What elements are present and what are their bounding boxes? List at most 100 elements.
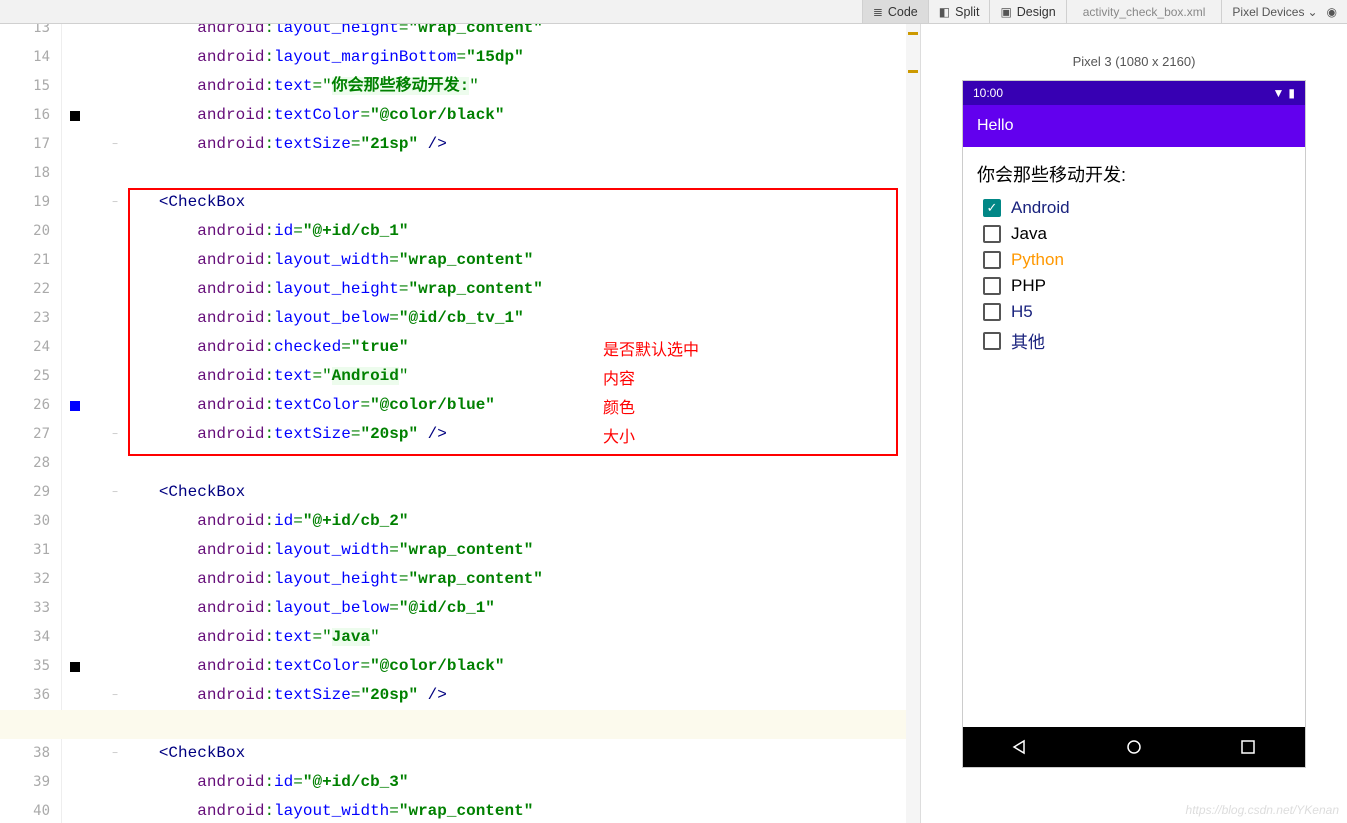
line-number: 23: [0, 304, 50, 333]
nav-home-icon[interactable]: [1126, 739, 1142, 755]
line-number: 19: [0, 188, 50, 217]
line-number: 28: [0, 449, 50, 478]
fold-icon[interactable]: −: [110, 749, 120, 759]
fold-icon[interactable]: −: [110, 488, 120, 498]
checkbox-row[interactable]: ✓ Android: [977, 195, 1291, 221]
line-number: 26: [0, 391, 50, 420]
checkbox-icon[interactable]: ✓: [983, 199, 1001, 217]
code-line[interactable]: android:layout_marginBottom="15dp": [130, 43, 920, 72]
line-number: 27: [0, 420, 50, 449]
line-number: 22: [0, 275, 50, 304]
line-number: 16: [0, 101, 50, 130]
checkbox-label: Java: [1011, 224, 1047, 244]
wifi-icon: ▼: [1273, 86, 1285, 100]
code-line[interactable]: android:id="@+id/cb_3": [130, 768, 920, 797]
line-number: 38: [0, 739, 50, 768]
code-editor[interactable]: 1314151617181920212223242526272829303132…: [0, 24, 920, 823]
nav-back-icon[interactable]: [1012, 739, 1028, 755]
checkbox-icon[interactable]: [983, 332, 1001, 350]
tab-design-label: Design: [1017, 5, 1056, 19]
code-area[interactable]: android:layout_height="wrap_content" and…: [130, 24, 920, 823]
line-number: 33: [0, 594, 50, 623]
checkbox-row[interactable]: PHP: [977, 273, 1291, 299]
nav-recent-icon[interactable]: [1240, 739, 1256, 755]
code-line[interactable]: <CheckBox: [130, 478, 920, 507]
annotation: 是否默认选中: [603, 336, 699, 360]
phone-frame: 10:00 ▼ ▮ Hello 你会那些移动开发: ✓AndroidJavaPy…: [962, 80, 1306, 768]
line-number: 40: [0, 797, 50, 823]
code-line[interactable]: android:textColor="@color/black": [130, 101, 920, 130]
annotation: 大小: [603, 423, 635, 447]
fold-icon[interactable]: −: [110, 430, 120, 440]
file-label: activity_check_box.xml: [1066, 0, 1222, 23]
fold-icon[interactable]: −: [110, 691, 120, 701]
tab-split-label: Split: [955, 5, 979, 19]
tab-design[interactable]: ▣ Design: [989, 0, 1065, 23]
color-swatch: [70, 662, 80, 672]
line-number: 36: [0, 681, 50, 710]
editor-scrollbar[interactable]: [906, 24, 920, 823]
line-number: 32: [0, 565, 50, 594]
line-number: 30: [0, 507, 50, 536]
annotation: 颜色: [603, 394, 635, 418]
eye-icon[interactable]: ◉: [1327, 5, 1337, 19]
preview-pane: Pixel 3 (1080 x 2160) 10:00 ▼ ▮ Hello 你会…: [920, 24, 1347, 823]
checkbox-icon[interactable]: [983, 277, 1001, 295]
code-line[interactable]: [130, 449, 920, 478]
line-number: 31: [0, 536, 50, 565]
code-line[interactable]: android:text="你会那些移动开发:": [130, 72, 920, 101]
line-number: 20: [0, 217, 50, 246]
code-line[interactable]: [0, 710, 906, 739]
prompt-text: 你会那些移动开发:: [977, 161, 1291, 187]
code-line[interactable]: android:id="@+id/cb_1": [130, 217, 920, 246]
code-line[interactable]: android:layout_below="@id/cb_1": [130, 594, 920, 623]
tab-code[interactable]: ≣ Code: [862, 0, 928, 23]
split-icon: ◧: [939, 5, 950, 19]
code-line[interactable]: <CheckBox: [130, 188, 920, 217]
code-line[interactable]: android:layout_height="wrap_content": [130, 275, 920, 304]
checkbox-icon[interactable]: [983, 303, 1001, 321]
line-number: 39: [0, 768, 50, 797]
checkbox-row[interactable]: Python: [977, 247, 1291, 273]
code-line[interactable]: android:textSize="21sp" />: [130, 130, 920, 159]
chevron-down-icon: ⌄: [1307, 5, 1317, 19]
phone-appbar: Hello: [963, 105, 1305, 147]
code-line[interactable]: android:layout_width="wrap_content": [130, 797, 920, 823]
code-line[interactable]: <CheckBox: [130, 739, 920, 768]
checkbox-icon[interactable]: [983, 225, 1001, 243]
code-line[interactable]: android:textColor="@color/blue": [130, 391, 920, 420]
code-line[interactable]: android:textColor="@color/black": [130, 652, 920, 681]
code-line[interactable]: android:textSize="20sp" />: [130, 681, 920, 710]
checkbox-icon[interactable]: [983, 251, 1001, 269]
checkbox-row[interactable]: Java: [977, 221, 1291, 247]
line-number: 25: [0, 362, 50, 391]
fold-icon[interactable]: −: [110, 198, 120, 208]
code-line[interactable]: android:layout_width="wrap_content": [130, 536, 920, 565]
code-line[interactable]: android:text="Java": [130, 623, 920, 652]
code-line[interactable]: android:layout_width="wrap_content": [130, 246, 920, 275]
tab-split[interactable]: ◧ Split: [928, 0, 990, 23]
code-line[interactable]: android:id="@+id/cb_2": [130, 507, 920, 536]
annotation: 内容: [603, 365, 635, 389]
line-number: 13: [0, 24, 50, 43]
image-icon: ▣: [1000, 5, 1011, 19]
device-selector[interactable]: Pixel Devices ⌄ ◉: [1221, 0, 1347, 23]
checkbox-label: Android: [1011, 198, 1070, 218]
code-line[interactable]: android:text="Android": [130, 362, 920, 391]
code-line[interactable]: android:checked="true": [130, 333, 920, 362]
code-line[interactable]: android:layout_height="wrap_content": [130, 24, 920, 43]
line-number: 21: [0, 246, 50, 275]
list-icon: ≣: [873, 5, 883, 19]
checkbox-label: PHP: [1011, 276, 1046, 296]
code-line[interactable]: android:layout_height="wrap_content": [130, 565, 920, 594]
line-number: 35: [0, 652, 50, 681]
code-line[interactable]: android:layout_below="@id/cb_tv_1": [130, 304, 920, 333]
code-line[interactable]: android:textSize="20sp" />: [130, 420, 920, 449]
checkbox-row[interactable]: H5: [977, 299, 1291, 325]
fold-icon[interactable]: −: [110, 140, 120, 150]
code-line[interactable]: [130, 159, 920, 188]
line-number: 14: [0, 43, 50, 72]
color-swatch: [70, 111, 80, 121]
preview-device-label: Pixel 3 (1080 x 2160): [921, 54, 1347, 69]
checkbox-row[interactable]: 其他: [977, 325, 1291, 356]
